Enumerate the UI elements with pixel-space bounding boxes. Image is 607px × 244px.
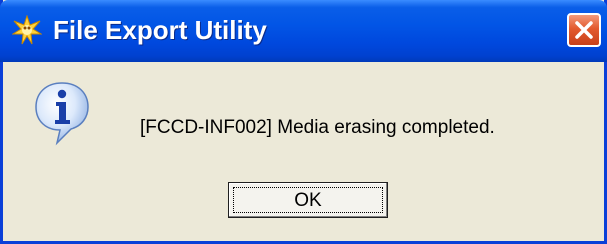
close-button[interactable]: [567, 13, 601, 47]
ok-button[interactable]: OK: [228, 182, 388, 218]
title-bar[interactable]: File Export Utility: [0, 0, 607, 62]
dialog-window: File Export Utility [FCCD-INF002] Media …: [0, 0, 607, 244]
dialog-message: [FCCD-INF002] Media erasing completed.: [140, 117, 495, 138]
ok-button-label: OK: [294, 190, 322, 211]
info-icon: [33, 80, 91, 146]
star-burst-icon: [11, 14, 43, 45]
window-title: File Export Utility: [53, 15, 267, 45]
